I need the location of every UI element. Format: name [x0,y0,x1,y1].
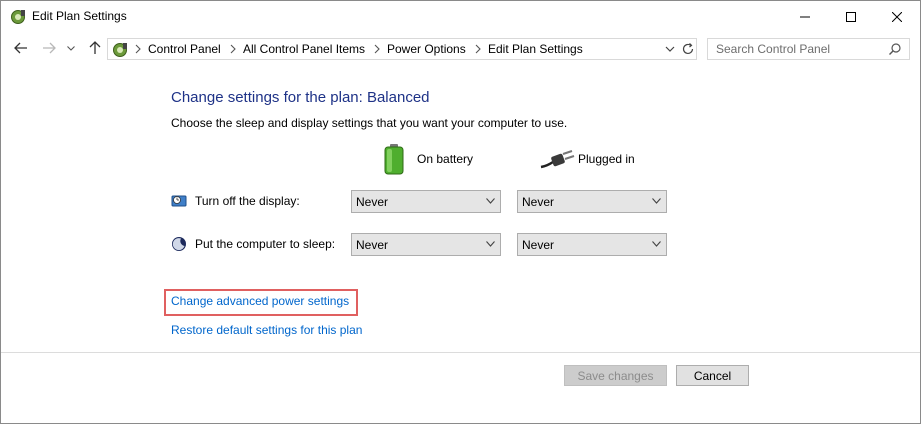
forward-button[interactable] [39,39,59,57]
plugged-in-header: Plugged in [578,152,635,166]
chevron-right-icon [230,44,236,54]
save-changes-button[interactable]: Save changes [564,365,667,386]
maximize-icon [846,11,856,22]
select-value: Never [522,195,555,209]
search-input[interactable]: Search Control Panel [707,38,910,60]
chevron-down-icon [67,45,75,51]
sleep-icon [172,237,186,251]
select-value: Never [522,238,555,252]
cancel-button[interactable]: Cancel [676,365,749,386]
window: Edit Plan Settings Control Panel All Con… [0,0,921,424]
advanced-power-settings-link[interactable]: Change advanced power settings [171,294,349,308]
sleep-label: Put the computer to sleep: [195,237,336,251]
arrow-left-icon [14,42,27,54]
close-icon [892,11,902,22]
chevron-right-icon [374,44,380,54]
search-icon[interactable] [888,42,902,56]
chevron-down-icon [486,198,495,204]
back-button[interactable] [11,39,31,57]
display-plugged-select[interactable]: Never [517,190,667,213]
select-value: Never [356,195,389,209]
chevron-right-icon [475,44,481,54]
breadcrumb-power-options[interactable]: Power Options [387,42,466,56]
address-bar[interactable]: Control Panel All Control Panel Items Po… [107,38,697,60]
window-title: Edit Plan Settings [32,9,127,23]
footer-divider [1,352,920,353]
refresh-icon[interactable] [680,41,696,57]
chevron-right-icon [135,44,141,54]
display-battery-select[interactable]: Never [351,190,501,213]
restore-defaults-link[interactable]: Restore default settings for this plan [171,323,362,337]
plug-icon [540,150,575,169]
page-title: Change settings for the plan: Balanced [171,89,430,106]
select-value: Never [356,238,389,252]
chevron-down-icon [652,241,661,247]
on-battery-header: On battery [417,152,474,166]
breadcrumb-all-items[interactable]: All Control Panel Items [243,42,365,56]
close-button[interactable] [874,1,920,32]
title-bar: Edit Plan Settings [1,1,920,32]
up-button[interactable] [85,39,105,57]
minimize-icon [800,16,810,17]
battery-icon [384,144,404,175]
page-description: Choose the sleep and display settings th… [171,116,568,130]
power-options-icon [11,10,25,24]
chevron-down-icon[interactable] [664,42,676,56]
maximize-button[interactable] [828,1,874,32]
turn-off-display-label: Turn off the display: [195,194,300,208]
display-icon [171,195,187,207]
breadcrumb-edit-plan-settings[interactable]: Edit Plan Settings [488,42,583,56]
recent-locations-button[interactable] [64,39,78,57]
sleep-plugged-select[interactable]: Never [517,233,667,256]
arrow-right-icon [43,42,56,54]
chevron-down-icon [486,241,495,247]
sleep-battery-select[interactable]: Never [351,233,501,256]
minimize-button[interactable] [782,1,828,32]
chevron-down-icon [652,198,661,204]
breadcrumb-control-panel[interactable]: Control Panel [148,42,221,56]
search-placeholder: Search Control Panel [716,42,831,56]
navigation-bar: Control Panel All Control Panel Items Po… [1,32,920,64]
power-options-icon [113,43,127,57]
arrow-up-icon [89,41,101,54]
